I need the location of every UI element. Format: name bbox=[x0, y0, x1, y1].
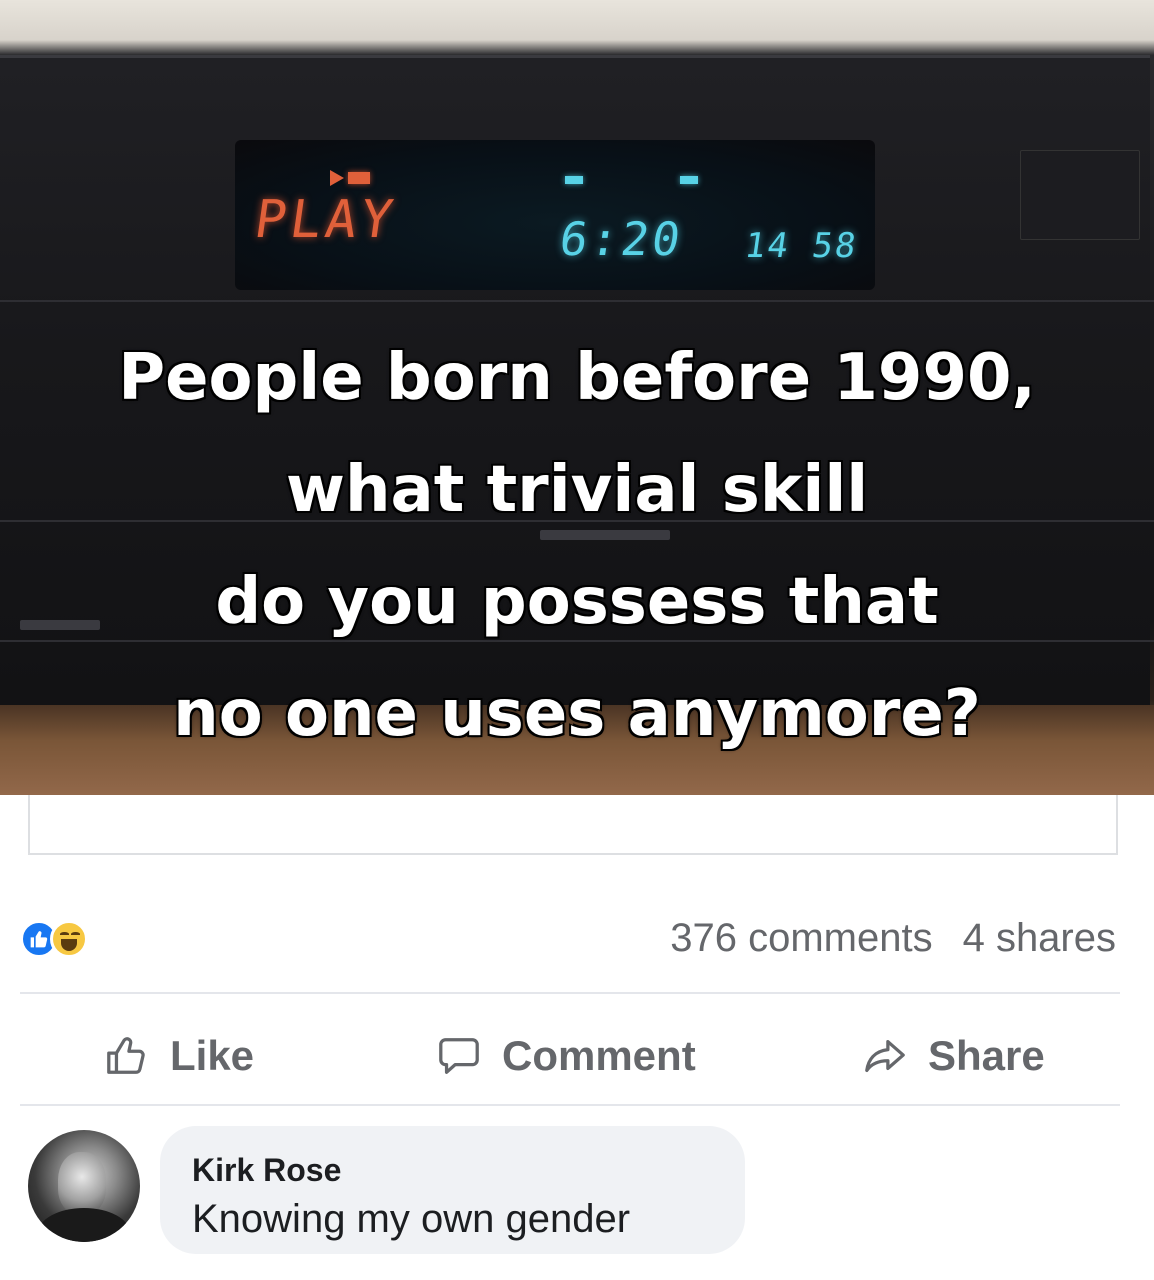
lcd-indicator bbox=[565, 176, 583, 184]
link-preview-box[interactable] bbox=[28, 795, 1118, 855]
lcd-mode-text: PLAY bbox=[250, 190, 401, 250]
avatar[interactable] bbox=[28, 1130, 140, 1242]
caption-line: what trivial skill bbox=[285, 453, 869, 527]
image-caption: People born before 1990, what trivial sk… bbox=[0, 322, 1154, 770]
avatar-face bbox=[58, 1152, 106, 1214]
share-arrow-icon bbox=[865, 1039, 905, 1073]
comment-bubble: Kirk Rose Knowing my own gender bbox=[160, 1126, 745, 1254]
vcr-ridge bbox=[0, 300, 1154, 302]
divider bbox=[20, 992, 1120, 994]
reaction-summary[interactable] bbox=[20, 918, 130, 962]
lcd-seconds-text: 14 58 bbox=[742, 226, 861, 266]
like-button[interactable]: Like bbox=[104, 1028, 254, 1084]
caption-line: do you possess that bbox=[215, 565, 939, 639]
caption-line: no one uses anymore? bbox=[173, 677, 981, 751]
haha-reaction-icon bbox=[50, 920, 88, 958]
caption-line: People born before 1990, bbox=[118, 341, 1036, 415]
share-button[interactable]: Share bbox=[862, 1028, 1045, 1084]
avatar-body bbox=[38, 1208, 130, 1242]
lcd-time-text: 6:20 bbox=[556, 212, 687, 266]
comment-author[interactable]: Kirk Rose bbox=[192, 1152, 713, 1189]
play-indicator-icon bbox=[330, 170, 344, 186]
comment-label: Comment bbox=[502, 1032, 696, 1079]
engagement-counts: 376 comments 4 shares bbox=[670, 916, 1116, 961]
haha-eye bbox=[71, 932, 80, 936]
haha-mouth bbox=[61, 939, 77, 951]
tape-indicator-icon bbox=[348, 172, 370, 184]
vcr-tape-door bbox=[1020, 150, 1140, 240]
divider bbox=[20, 1104, 1120, 1106]
shares-count[interactable]: 4 shares bbox=[963, 916, 1116, 960]
lcd-indicator bbox=[680, 176, 698, 184]
comments-count[interactable]: 376 comments bbox=[670, 916, 932, 960]
like-label: Like bbox=[170, 1032, 255, 1079]
comment-text: Knowing my own gender bbox=[192, 1197, 631, 1241]
comment-button[interactable]: Comment bbox=[436, 1028, 696, 1084]
thumbs-up-icon bbox=[107, 1037, 145, 1074]
haha-eye bbox=[60, 932, 69, 936]
share-label: Share bbox=[928, 1032, 1045, 1079]
post-image[interactable]: PLAY 6:20 14 58 People born before 1990,… bbox=[0, 0, 1154, 795]
comment-icon bbox=[439, 1038, 479, 1074]
